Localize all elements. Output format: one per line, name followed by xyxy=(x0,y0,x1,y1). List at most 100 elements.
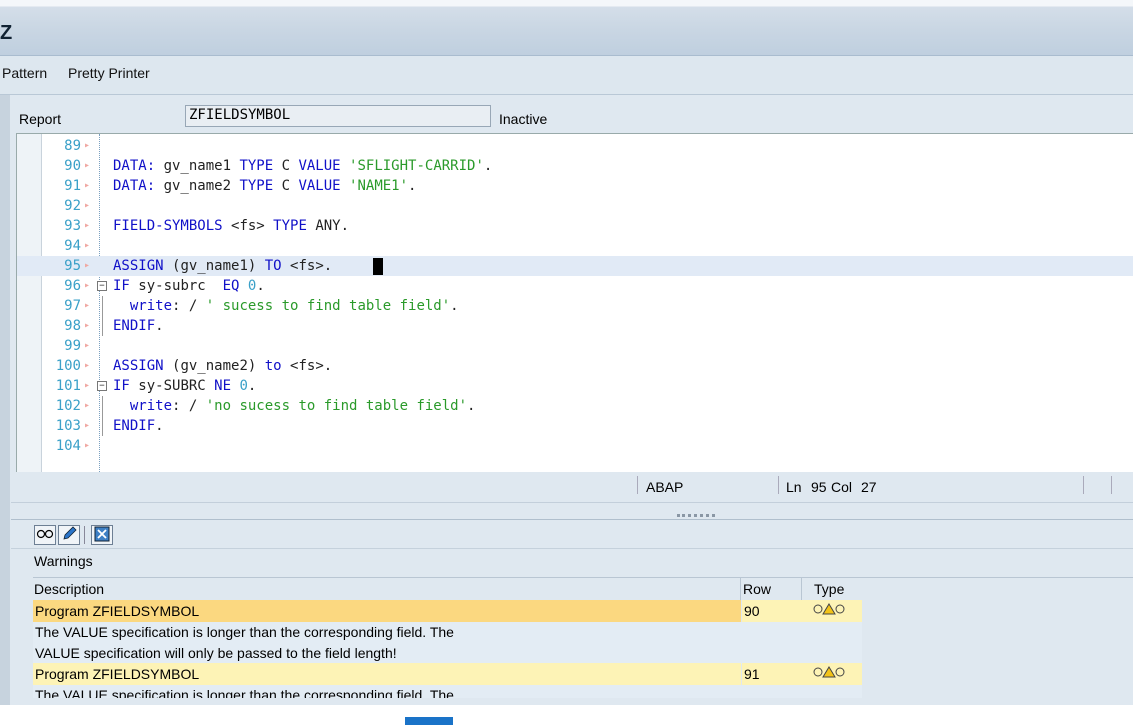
report-name-field[interactable]: ZFIELDSYMBOL xyxy=(185,105,491,127)
warning-program: Program ZFIELDSYMBOL xyxy=(35,603,200,619)
code-text: ASSIGN (gv_name1) TO <fs>. xyxy=(113,258,333,274)
code-line[interactable]: 99 ▸ xyxy=(17,336,1133,356)
code-line[interactable]: 104 ▸ xyxy=(17,436,1133,456)
line-marker-icon: ▸ xyxy=(84,200,91,211)
pretty-printer-button[interactable]: Pretty Printer xyxy=(68,65,150,81)
ln-value: 95 xyxy=(811,479,827,495)
line-number: 98 xyxy=(64,318,81,334)
line-marker-icon: ▸ xyxy=(84,180,91,191)
fold-guide xyxy=(102,296,103,316)
code-line[interactable]: 96 ▸ − IF sy-subrc EQ 0. xyxy=(17,276,1133,296)
line-marker-icon: ▸ xyxy=(84,420,91,431)
line-number: 95 xyxy=(64,258,81,274)
line-marker-icon: ▸ xyxy=(84,360,91,371)
line-number: 97 xyxy=(64,298,81,314)
code-text: IF sy-subrc EQ 0. xyxy=(113,278,265,294)
code-line[interactable]: 92 ▸ xyxy=(17,196,1133,216)
line-marker-icon: ▸ xyxy=(84,280,91,291)
code-text: ASSIGN (gv_name2) to <fs>. xyxy=(113,358,333,374)
fold-guide xyxy=(102,316,103,336)
col-label: Col xyxy=(831,479,853,495)
pattern-button[interactable]: Pattern xyxy=(2,65,47,81)
line-number: 89 xyxy=(64,138,81,154)
sap-logo xyxy=(405,717,453,725)
code-line[interactable]: 94 ▸ xyxy=(17,236,1133,256)
code-text: write: / ' sucess to find table field'. xyxy=(129,298,459,314)
code-line[interactable]: 89 ▸ xyxy=(17,136,1133,156)
line-marker-icon: ▸ xyxy=(84,320,91,331)
line-marker-icon: ▸ xyxy=(84,140,91,151)
line-number: 96 xyxy=(64,278,81,294)
line-marker-icon: ▸ xyxy=(84,340,91,351)
left-sidebar-strip xyxy=(0,95,10,705)
glasses-icon xyxy=(36,529,54,539)
code-line[interactable]: 91 ▸ DATA: gv_name2 TYPE C VALUE 'NAME1'. xyxy=(17,176,1133,196)
warnings-title: Warnings xyxy=(34,553,93,569)
warnings-table-header: Description Row Type xyxy=(33,577,1133,600)
col-description[interactable]: Description xyxy=(34,581,104,597)
code-editor[interactable]: 89 ▸ 90 ▸ DATA: gv_name1 TYPE C VALUE 'SFLIG… xyxy=(16,133,1133,472)
report-status: Inactive xyxy=(499,111,548,127)
fold-toggle-icon[interactable]: − xyxy=(97,281,107,291)
pencil-icon xyxy=(63,526,77,540)
code-line[interactable]: 95 ▸ ASSIGN (gv_name1) TO <fs>. xyxy=(17,256,1133,276)
title-bar: Z xyxy=(0,0,1133,56)
code-line[interactable]: 90 ▸ DATA: gv_name1 TYPE C VALUE 'SFLIGHT-… xyxy=(17,156,1133,176)
line-number: 104 xyxy=(55,438,81,454)
col-row[interactable]: Row xyxy=(743,581,771,597)
code-line[interactable]: 93 ▸ FIELD-SYMBOLS <fs> TYPE ANY. xyxy=(17,216,1133,236)
code-line[interactable]: 98 ▸ ENDIF. xyxy=(17,316,1133,336)
line-marker-icon: ▸ xyxy=(84,240,91,251)
code-text: FIELD-SYMBOLS <fs> TYPE ANY. xyxy=(113,218,350,234)
code-line[interactable]: 101 ▸ − IF sy-SUBRC NE 0. xyxy=(17,376,1133,396)
line-number: 99 xyxy=(64,338,81,354)
language-indicator: ABAP xyxy=(646,479,684,495)
code-line[interactable]: 103 ▸ ENDIF. xyxy=(17,416,1133,436)
warning-text-line1: The VALUE specification is longer than t… xyxy=(35,624,454,640)
details-button[interactable] xyxy=(34,525,56,545)
line-number: 100 xyxy=(55,358,81,374)
line-number: 91 xyxy=(64,178,81,194)
line-marker-icon: ▸ xyxy=(84,220,91,231)
line-number: 101 xyxy=(55,378,81,394)
close-panel-button[interactable] xyxy=(91,525,113,545)
code-text: ENDIF. xyxy=(113,418,164,434)
edit-button[interactable] xyxy=(58,525,80,545)
fold-guide xyxy=(102,416,103,436)
ln-label: Ln xyxy=(786,479,802,495)
code-text: DATA: gv_name1 TYPE C VALUE 'SFLIGHT-CAR… xyxy=(113,158,493,174)
warning-type-icon xyxy=(811,665,847,682)
warning-row: 90 xyxy=(744,603,760,619)
line-number: 92 xyxy=(64,198,81,214)
warning-row: 91 xyxy=(744,666,760,682)
line-number: 102 xyxy=(55,398,81,414)
code-line[interactable]: 100 ▸ ASSIGN (gv_name2) to <fs>. xyxy=(17,356,1133,376)
fold-toggle-icon[interactable]: − xyxy=(97,381,107,391)
code-line[interactable]: 102 ▸ write: / 'no sucess to find table f… xyxy=(17,396,1133,416)
col-value: 27 xyxy=(861,479,877,495)
warning-text-line2: VALUE specification will only be passed … xyxy=(35,645,397,661)
code-line[interactable]: 97 ▸ write: / ' sucess to find table fiel… xyxy=(17,296,1133,316)
code-text: IF sy-SUBRC NE 0. xyxy=(113,378,257,394)
line-marker-icon: ▸ xyxy=(84,160,91,171)
line-marker-icon: ▸ xyxy=(84,380,91,391)
fold-guide xyxy=(102,396,103,416)
line-number: 93 xyxy=(64,218,81,234)
warning-type-icon xyxy=(811,602,847,619)
application-toolbar: Pattern Pretty Printer xyxy=(0,56,1133,95)
warning-program: Program ZFIELDSYMBOL xyxy=(35,666,200,682)
code-text: DATA: gv_name2 TYPE C VALUE 'NAME1'. xyxy=(113,178,417,194)
line-marker-icon: ▸ xyxy=(84,300,91,311)
col-type[interactable]: Type xyxy=(814,581,844,597)
line-marker-icon: ▸ xyxy=(84,400,91,411)
line-marker-icon: ▸ xyxy=(84,440,91,451)
footer-bar xyxy=(0,705,1133,725)
text-cursor xyxy=(373,258,383,275)
close-icon xyxy=(94,526,110,542)
report-label: Report xyxy=(19,111,62,127)
warning-text-line1: The VALUE specification is longer than t… xyxy=(35,687,454,698)
line-number: 94 xyxy=(64,238,81,254)
code-text: write: / 'no sucess to find table field'… xyxy=(129,398,476,414)
editor-status-bar: ABAP Ln 95 Col 27 xyxy=(11,472,1133,503)
warnings-panel: Warnings Description Row Type Program ZF… xyxy=(11,519,1133,706)
